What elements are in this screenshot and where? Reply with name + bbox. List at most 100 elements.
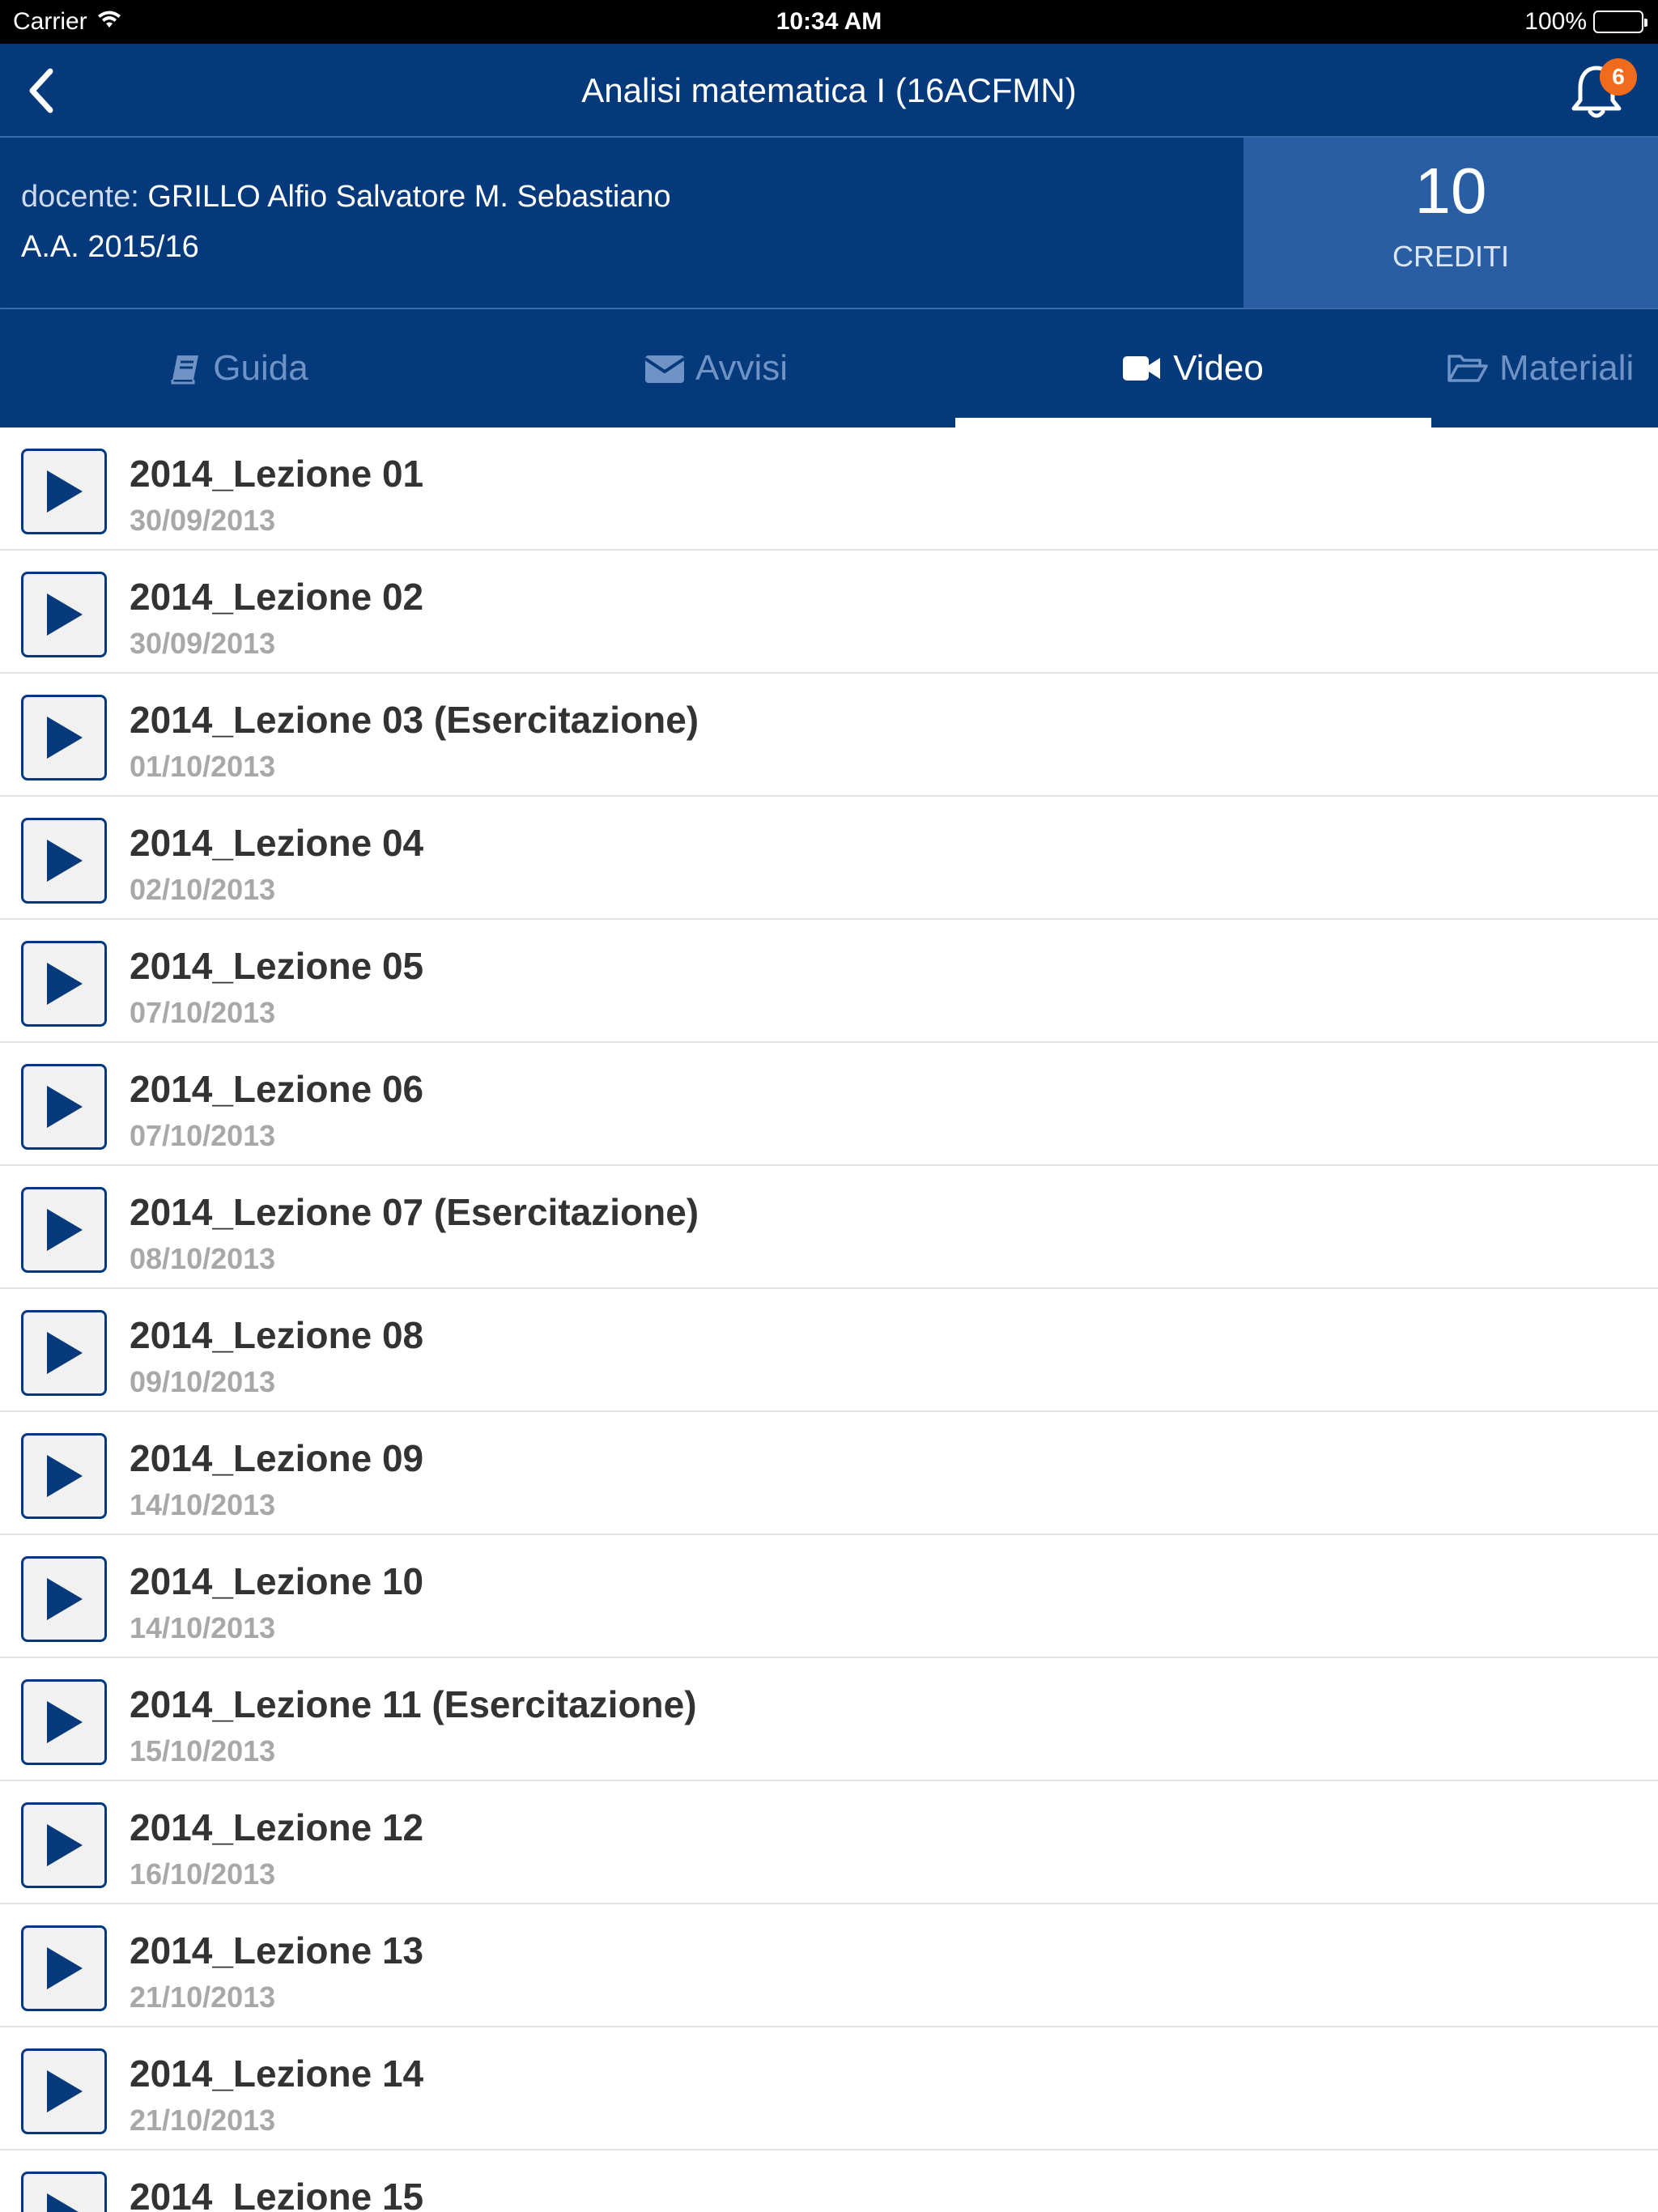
video-date: 01/10/2013 — [130, 750, 276, 783]
play-button[interactable] — [21, 818, 107, 904]
tab-label: Materiali — [1499, 348, 1635, 388]
tab-label: Video — [1173, 348, 1264, 388]
video-list-item[interactable]: 2014_Lezione 03 (Esercitazione) 01/10/20… — [0, 674, 1658, 797]
video-list-item[interactable]: 2014_Lezione 02 30/09/2013 — [0, 551, 1658, 674]
battery-icon — [1593, 11, 1647, 33]
video-list-item[interactable]: 2014_Lezione 14 21/10/2013 — [0, 2027, 1658, 2150]
academic-year: A.A. 2015/16 — [21, 230, 199, 264]
play-button[interactable] — [21, 1556, 107, 1642]
play-button[interactable] — [21, 2048, 107, 2134]
video-date: 15/10/2013 — [130, 1734, 276, 1767]
video-list-item[interactable]: 2014_Lezione 09 14/10/2013 — [0, 1412, 1658, 1535]
video-title: 2014_Lezione 07 (Esercitazione) — [130, 1191, 699, 1233]
play-icon — [47, 2193, 79, 2212]
play-icon — [47, 2070, 83, 2112]
video-title: 2014_Lezione 08 — [130, 1314, 424, 1356]
video-list-item[interactable]: 2014_Lezione 13 21/10/2013 — [0, 1904, 1658, 2027]
video-list-item[interactable]: 2014_Lezione 11 (Esercitazione) 15/10/20… — [0, 1658, 1658, 1781]
video-title: 2014_Lezione 09 — [130, 1437, 424, 1479]
notifications-button[interactable]: 6 — [1567, 58, 1637, 123]
envelope-icon — [644, 355, 684, 383]
video-title: 2014_Lezione 02 — [130, 576, 424, 618]
video-title: 2014_Lezione 12 — [130, 1806, 424, 1848]
teacher-line: docente: GRILLO Alfio Salvatore M. Sebas… — [21, 180, 671, 215]
play-button[interactable] — [21, 2172, 107, 2212]
play-icon — [47, 963, 83, 1005]
navigation-bar: Analisi matematica I (16ACFMN) 6 — [0, 44, 1658, 138]
video-date: 21/10/2013 — [130, 1980, 276, 2014]
video-list-item[interactable]: 2014_Lezione 07 (Esercitazione) 08/10/20… — [0, 1166, 1658, 1289]
video-date: 16/10/2013 — [130, 1857, 276, 1891]
video-date: 21/10/2013 — [130, 2104, 276, 2137]
play-icon — [47, 1332, 83, 1374]
play-button[interactable] — [21, 1679, 107, 1765]
video-title: 2014_Lezione 05 — [130, 945, 424, 987]
video-title: 2014_Lezione 04 — [130, 822, 424, 864]
video-title: 2014_Lezione 10 — [130, 1560, 424, 1602]
video-date: 09/10/2013 — [130, 1365, 276, 1398]
video-date: 30/09/2013 — [130, 627, 276, 660]
play-button[interactable] — [21, 572, 107, 657]
video-list-item[interactable]: 2014_Lezione 15 — [0, 2150, 1658, 2212]
play-icon — [47, 593, 83, 636]
tab-guida[interactable]: Guida — [0, 309, 478, 428]
play-button[interactable] — [21, 1925, 107, 2011]
play-button[interactable] — [21, 449, 107, 534]
battery-status: 100% — [1524, 8, 1647, 36]
video-title: 2014_Lezione 15 — [130, 2176, 424, 2212]
video-date: 30/09/2013 — [130, 504, 276, 537]
video-list-item[interactable]: 2014_Lezione 01 30/09/2013 — [0, 428, 1658, 551]
tab-avvisi[interactable]: Avvisi — [478, 309, 955, 428]
video-title: 2014_Lezione 11 (Esercitazione) — [130, 1683, 697, 1725]
play-icon — [47, 840, 83, 882]
video-list-item[interactable]: 2014_Lezione 05 07/10/2013 — [0, 920, 1658, 1043]
video-date: 14/10/2013 — [130, 1611, 276, 1644]
video-date: 14/10/2013 — [130, 1488, 276, 1521]
play-button[interactable] — [21, 941, 107, 1027]
folder-open-icon — [1448, 355, 1488, 382]
play-icon — [47, 1455, 83, 1497]
play-button[interactable] — [21, 1802, 107, 1888]
video-list-item[interactable]: 2014_Lezione 12 16/10/2013 — [0, 1781, 1658, 1904]
video-list: 2014_Lezione 01 30/09/2013 2014_Lezione … — [0, 428, 1658, 2212]
play-icon — [47, 1701, 83, 1743]
play-button[interactable] — [21, 695, 107, 781]
video-title: 2014_Lezione 14 — [130, 2052, 424, 2095]
page-title: Analisi matematica I (16ACFMN) — [581, 71, 1077, 109]
active-tab-indicator — [955, 418, 1431, 428]
status-bar: Carrier 10:34 AM 100% — [0, 0, 1658, 44]
battery-percent: 100% — [1524, 8, 1587, 35]
credits-value: 10 — [1414, 155, 1487, 227]
tab-label: Guida — [213, 348, 308, 388]
course-info-panel: docente: GRILLO Alfio Salvatore M. Sebas… — [0, 138, 1244, 308]
play-icon — [47, 470, 83, 513]
teacher-name: GRILLO Alfio Salvatore M. Sebastiano — [147, 180, 671, 214]
play-icon — [47, 1209, 83, 1251]
play-button[interactable] — [21, 1310, 107, 1396]
video-list-item[interactable]: 2014_Lezione 10 14/10/2013 — [0, 1535, 1658, 1658]
video-date: 08/10/2013 — [130, 1242, 276, 1275]
play-icon — [47, 1947, 83, 1989]
video-camera-icon — [1123, 356, 1161, 381]
play-icon — [47, 1578, 83, 1620]
notification-badge: 6 — [1600, 58, 1637, 96]
credits-label: CREDITI — [1392, 240, 1509, 273]
play-button[interactable] — [21, 1187, 107, 1273]
video-date: 07/10/2013 — [130, 1119, 276, 1152]
video-title: 2014_Lezione 13 — [130, 1929, 424, 1972]
play-icon — [47, 1824, 83, 1866]
tab-video[interactable]: Video — [955, 309, 1431, 428]
video-list-item[interactable]: 2014_Lezione 04 02/10/2013 — [0, 797, 1658, 920]
tab-materiali[interactable]: Materiali — [1431, 309, 1658, 428]
book-icon — [171, 355, 199, 385]
play-icon — [47, 1086, 83, 1128]
play-button[interactable] — [21, 1433, 107, 1519]
video-date: 07/10/2013 — [130, 996, 276, 1029]
play-button[interactable] — [21, 1064, 107, 1150]
video-list-item[interactable]: 2014_Lezione 06 07/10/2013 — [0, 1043, 1658, 1166]
status-time: 10:34 AM — [776, 8, 882, 35]
video-title: 2014_Lezione 06 — [130, 1068, 424, 1110]
tab-label: Avvisi — [695, 348, 789, 388]
video-list-item[interactable]: 2014_Lezione 08 09/10/2013 — [0, 1289, 1658, 1412]
video-date: 02/10/2013 — [130, 873, 276, 906]
